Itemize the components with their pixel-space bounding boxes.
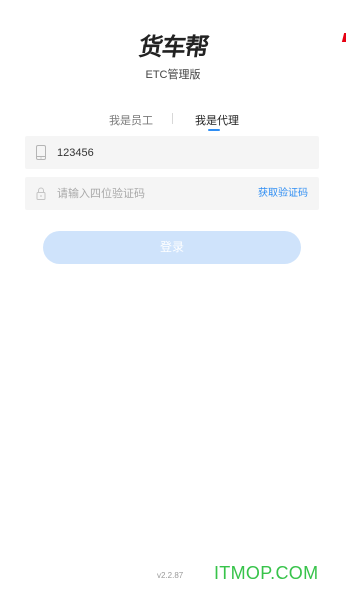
login-button[interactable]: 登录 [43,231,301,264]
phone-icon [36,145,46,160]
watermark: ITMOP.COM [214,563,319,583]
tab-agent[interactable]: 我是代理 [195,112,239,128]
phone-input[interactable] [57,136,247,169]
login-page: 货车帮 ETC管理版 我是员工 我是代理 获取验证码 登录 v2.2.87 IT… [0,0,346,600]
version-label: v2.2.87 [157,571,184,580]
tab-staff[interactable]: 我是员工 [109,112,153,128]
tab-divider [172,113,173,124]
flag-icon [341,33,346,42]
active-tab-indicator [208,129,220,131]
verification-code-input[interactable] [57,177,247,210]
lock-icon [36,187,46,200]
role-tabs: 我是员工 我是代理 [0,112,346,134]
app-subtitle: ETC管理版 [145,69,201,81]
app-logo: 货车帮 [0,30,346,64]
phone-field [25,136,319,169]
code-field: 获取验证码 [25,177,319,210]
get-code-button[interactable]: 获取验证码 [258,177,308,210]
logo-text: 货车帮 [136,32,210,61]
